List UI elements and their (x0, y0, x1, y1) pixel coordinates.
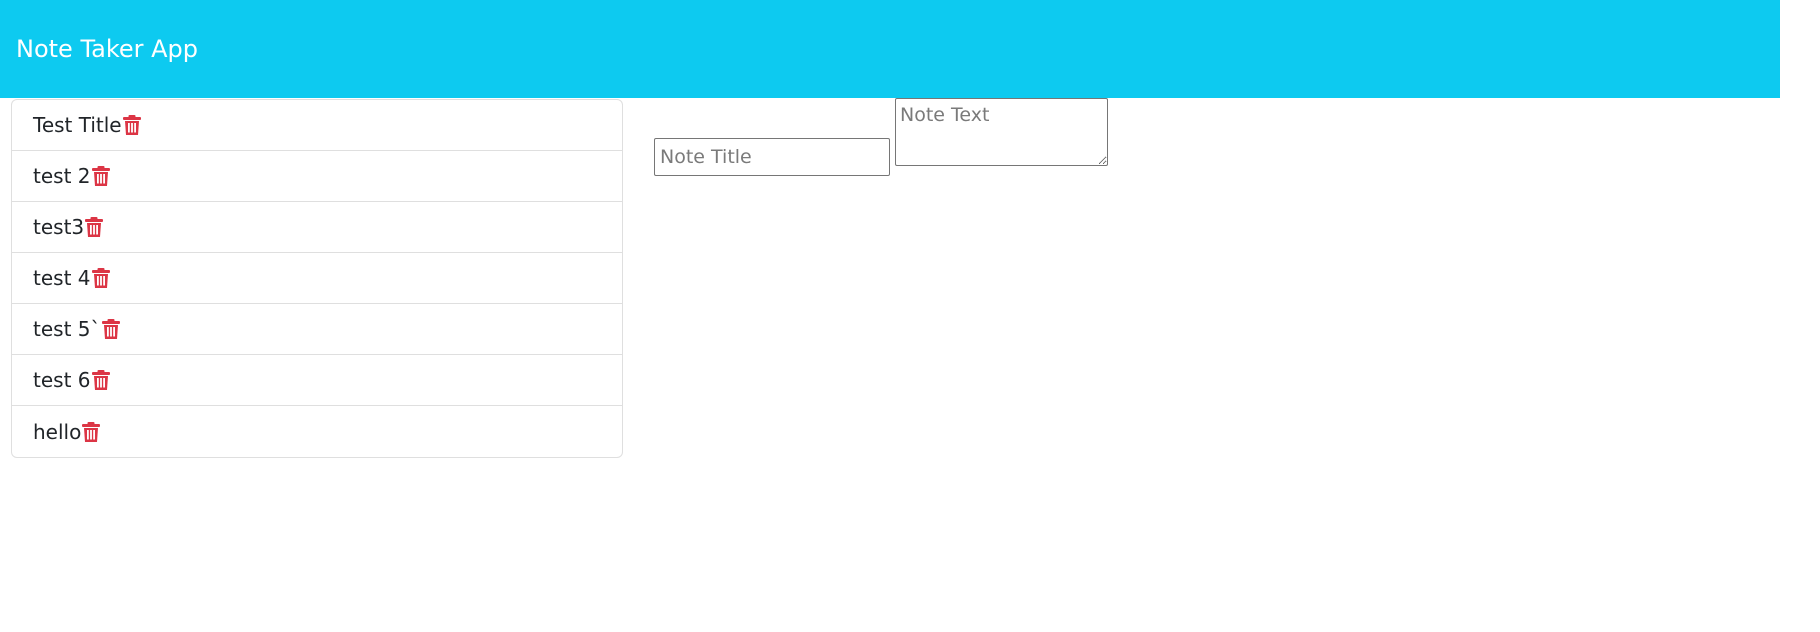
note-title[interactable]: hello (33, 420, 81, 444)
trash-icon[interactable] (91, 369, 111, 391)
note-title[interactable]: test 4 (33, 266, 91, 290)
list-item-note-3[interactable]: test3 (12, 202, 622, 253)
list-item-note-6[interactable]: test 6 (12, 355, 622, 406)
app-title[interactable]: Note Taker App (16, 35, 198, 63)
note-title[interactable]: test 2 (33, 164, 91, 188)
list-item-note-1[interactable]: Test Title (12, 100, 622, 151)
trash-icon[interactable] (91, 165, 111, 187)
note-list: Test Title test 2 test3 test 4 test 5` t… (11, 99, 623, 458)
trash-icon[interactable] (81, 421, 101, 443)
note-title[interactable]: test 5` (33, 317, 101, 341)
list-item-note-5[interactable]: test 5` (12, 304, 622, 355)
note-text-textarea[interactable] (895, 98, 1108, 166)
trash-icon[interactable] (122, 114, 142, 136)
note-title[interactable]: test 6 (33, 368, 91, 392)
note-title[interactable]: test3 (33, 215, 84, 239)
trash-icon[interactable] (91, 267, 111, 289)
list-item-note-7[interactable]: hello (12, 406, 622, 457)
trash-icon[interactable] (84, 216, 104, 238)
note-title[interactable]: Test Title (33, 113, 122, 137)
list-item-note-4[interactable]: test 4 (12, 253, 622, 304)
navbar: Note Taker App (0, 0, 1780, 98)
trash-icon[interactable] (101, 318, 121, 340)
list-item-note-2[interactable]: test 2 (12, 151, 622, 202)
note-title-input[interactable] (654, 138, 890, 176)
